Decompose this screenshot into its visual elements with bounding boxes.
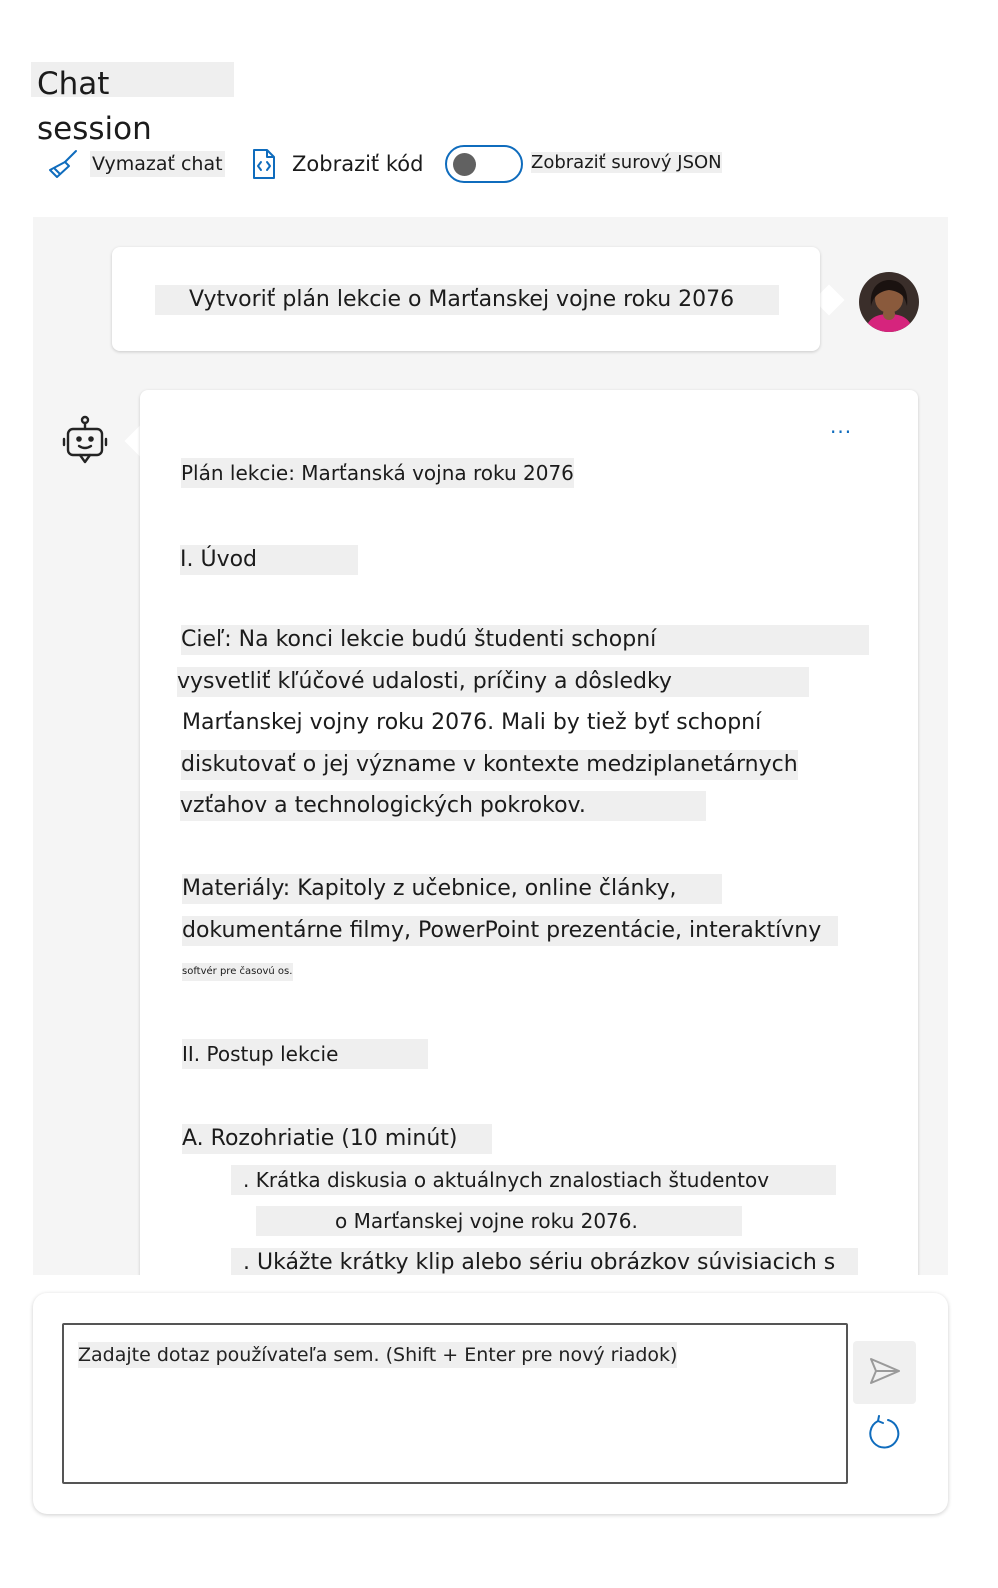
raw-json-toggle[interactable]	[445, 145, 523, 183]
show-code-label: Zobraziť kód	[292, 152, 424, 176]
response-line: vysvetliť kľúčové udalosti, príčiny a dô…	[177, 667, 809, 697]
show-code-button[interactable]: Zobraziť kód	[245, 146, 425, 182]
response-line: vzťahov a technologických pokrokov.	[180, 791, 706, 821]
response-line: II. Postup lekcie	[182, 1039, 428, 1069]
page-title: Chat session	[31, 62, 234, 147]
code-file-icon	[245, 146, 281, 182]
broom-icon	[45, 146, 81, 182]
query-input-placeholder: Zadajte dotaz používateľa sem. (Shift + …	[78, 1342, 678, 1368]
toggle-knob	[453, 153, 476, 176]
refresh-icon	[866, 1415, 902, 1455]
composer: Zadajte dotaz používateľa sem. (Shift + …	[33, 1293, 948, 1514]
user-message-text: Vytvoriť plán lekcie o Marťanskej vojne …	[155, 285, 779, 315]
send-icon	[869, 1357, 901, 1389]
user-message-card: Vytvoriť plán lekcie o Marťanskej vojne …	[112, 247, 820, 351]
response-line: Cieľ: Na konci lekcie budú študenti scho…	[181, 625, 869, 655]
response-line: . Krátka diskusia o aktuálnych znalostia…	[231, 1165, 836, 1195]
bot-icon	[62, 415, 108, 467]
response-line: Marťanskej vojny roku 2076. Mali by tiež…	[182, 710, 762, 735]
response-line: softvér pre časovú os.	[182, 963, 293, 981]
query-input[interactable]: Zadajte dotaz používateľa sem. (Shift + …	[62, 1323, 848, 1484]
response-line: diskutovať o jej význame v kontexte medz…	[181, 750, 798, 780]
user-avatar	[859, 272, 919, 332]
response-line: o Marťanskej vojne roku 2076.	[256, 1206, 742, 1236]
response-line: A. Rozohriatie (10 minút)	[182, 1124, 492, 1154]
response-line: Plán lekcie: Marťanská vojna roku 2076	[181, 458, 574, 488]
more-options-button[interactable]: ···	[830, 420, 852, 444]
assistant-message-card: ··· Plán lekcie: Marťanská vojna roku 20…	[140, 390, 918, 1275]
chat-area: Vytvoriť plán lekcie o Marťanskej vojne …	[33, 217, 948, 1275]
response-line: . Ukážte krátky klip alebo sériu obrázko…	[231, 1248, 858, 1275]
send-button[interactable]	[853, 1341, 916, 1404]
new-chat-button[interactable]	[865, 1415, 903, 1455]
clear-chat-button[interactable]: Vymazať chat	[45, 146, 225, 182]
clear-chat-label: Vymazať chat	[90, 151, 225, 177]
response-line: Materiály: Kapitoly z učebnice, online č…	[182, 874, 722, 904]
response-line: I. Úvod	[180, 545, 358, 575]
raw-json-toggle-label: Zobraziť surový JSON	[531, 152, 722, 173]
response-line: dokumentárne filmy, PowerPoint prezentác…	[182, 916, 838, 946]
